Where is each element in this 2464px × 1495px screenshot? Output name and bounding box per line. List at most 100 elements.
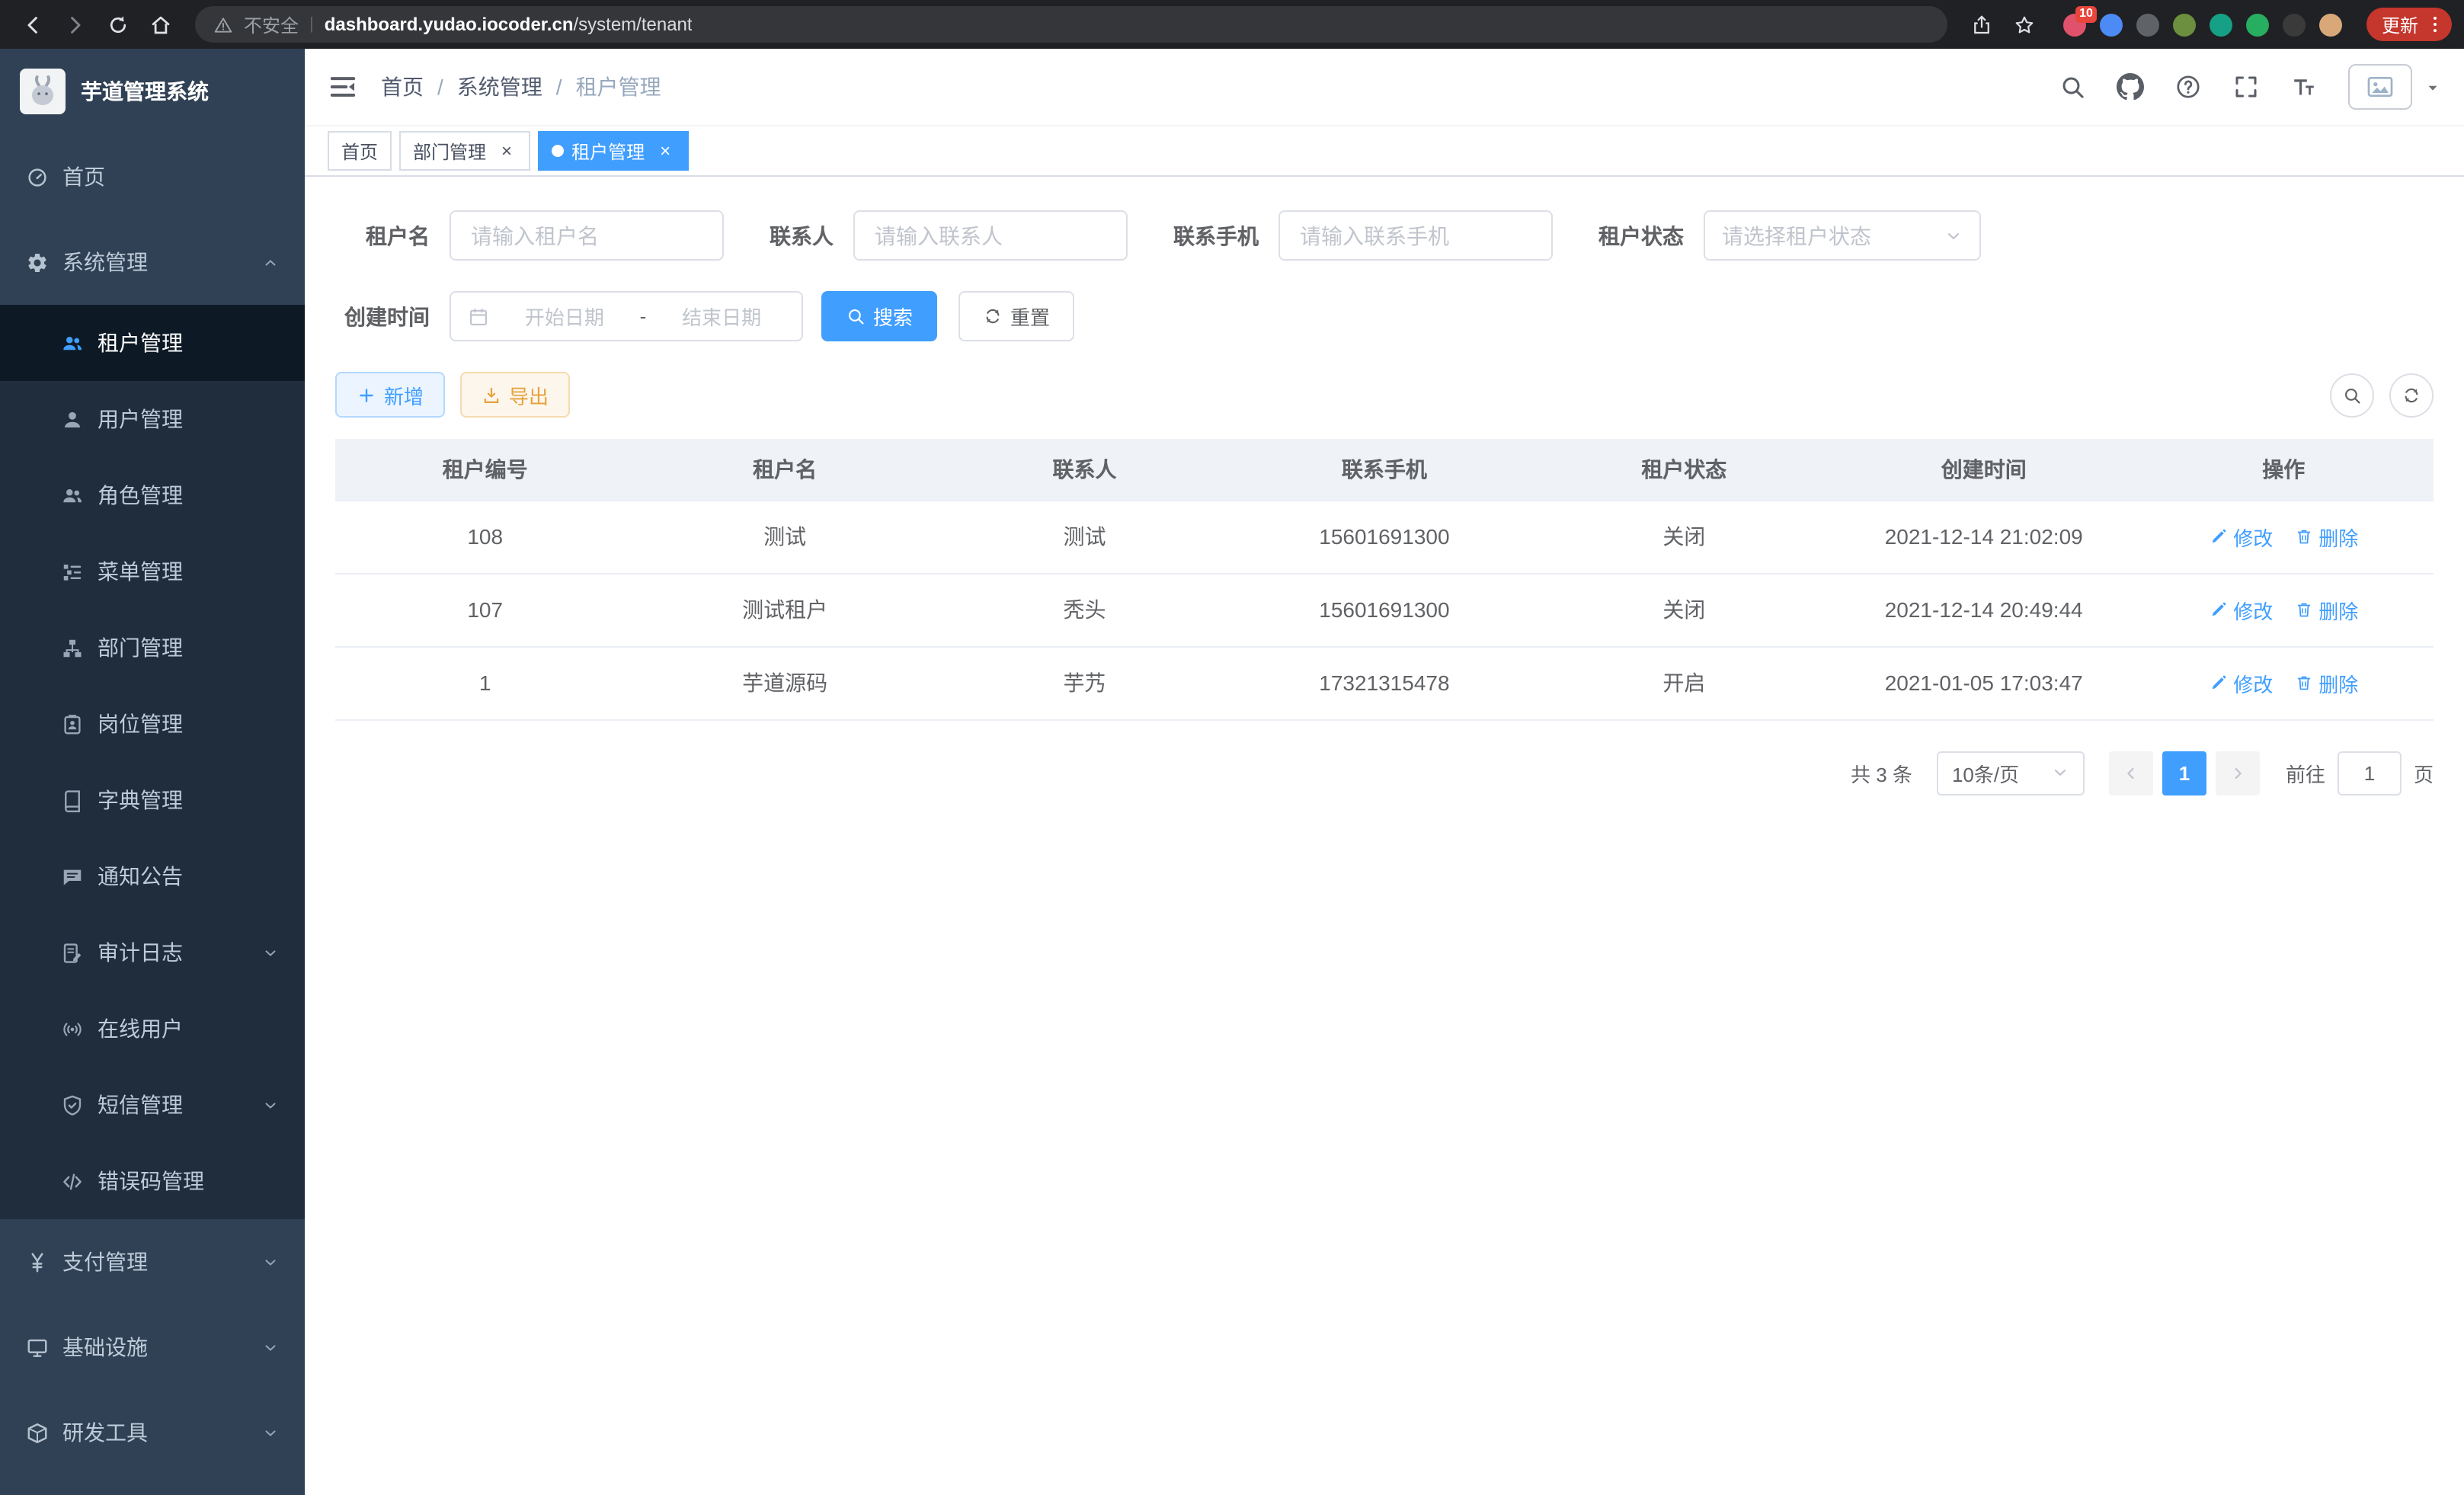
sidebar-item[interactable]: 错误码管理	[0, 1143, 305, 1219]
tab-label: 部门管理	[413, 138, 486, 164]
delete-button[interactable]: 删除	[2294, 595, 2358, 624]
browser-home-button[interactable]	[140, 5, 180, 44]
gear-icon	[26, 251, 49, 274]
sidebar-item[interactable]: 角色管理	[0, 457, 305, 533]
prev-page-button[interactable]	[2109, 751, 2153, 795]
extension-icon[interactable]: 10	[2063, 13, 2086, 36]
sidebar-item[interactable]: 通知公告	[0, 838, 305, 914]
tenant-name-input[interactable]	[450, 210, 724, 261]
browser-reload-button[interactable]	[98, 5, 137, 44]
font-size-button[interactable]	[2290, 73, 2318, 101]
phone-input[interactable]	[1278, 210, 1553, 261]
sidebar-item-label: 短信管理	[98, 1090, 183, 1120]
tab[interactable]: 首页	[328, 131, 392, 171]
sidebar-item[interactable]: 菜单管理	[0, 533, 305, 610]
export-button[interactable]: 导出	[460, 372, 570, 418]
sidebar-item[interactable]: 首页	[0, 134, 305, 219]
breadcrumb-item[interactable]: 首页	[381, 72, 424, 102]
goto-page-input[interactable]	[2338, 751, 2402, 795]
search-button[interactable]: 搜索	[821, 291, 937, 341]
sidebar-item[interactable]: 短信管理	[0, 1067, 305, 1143]
table-column-header: 租户状态	[1534, 439, 1834, 500]
browser-update-button[interactable]: 更新	[2366, 8, 2452, 41]
fullscreen-button[interactable]	[2232, 73, 2260, 101]
page-size-select[interactable]: 10条/页	[1937, 751, 2085, 795]
share-button[interactable]	[1963, 5, 2002, 44]
tab[interactable]: 部门管理 ×	[399, 131, 530, 171]
reset-button[interactable]: 重置	[958, 291, 1074, 341]
edit-button[interactable]: 修改	[2209, 595, 2273, 624]
table-cell: 芋道源码	[635, 646, 934, 719]
sidebar-item[interactable]: 系统管理	[0, 219, 305, 305]
sidebar: 芋道管理系统 首页系统管理租户管理用户管理角色管理菜单管理部门管理岗位管理字典管…	[0, 49, 305, 1495]
next-page-button[interactable]	[2216, 751, 2260, 795]
arrow-down-icon	[262, 1253, 279, 1270]
tab[interactable]: 租户管理×	[538, 131, 689, 171]
page-number-button[interactable]: 1	[2162, 751, 2206, 795]
refresh-table-button[interactable]	[2389, 373, 2434, 417]
extension-icon[interactable]	[2283, 13, 2306, 36]
edit-button[interactable]: 修改	[2209, 668, 2273, 697]
tags-view-bar: 首页部门管理×租户管理×	[305, 125, 2464, 177]
sidebar-item[interactable]: 用户管理	[0, 381, 305, 457]
delete-button[interactable]: 删除	[2294, 522, 2358, 551]
table-cell: 17321315478	[1234, 646, 1534, 719]
sidebar-item-label: 审计日志	[98, 937, 183, 968]
header-search-button[interactable]	[2059, 73, 2086, 101]
tab-close-icon[interactable]: ×	[655, 141, 675, 161]
user-avatar[interactable]	[2348, 64, 2412, 110]
arrow-down-icon	[262, 944, 279, 961]
breadcrumb-item[interactable]: 系统管理	[457, 72, 542, 102]
org-chart-icon	[61, 636, 84, 659]
app-logo[interactable]: 芋道管理系统	[0, 49, 305, 134]
sms-shield-icon	[61, 1093, 84, 1116]
github-link[interactable]	[2117, 73, 2144, 101]
status-select[interactable]: 请选择租户状态	[1704, 210, 1981, 261]
sidebar-item[interactable]: 研发工具	[0, 1390, 305, 1475]
chevron-down-icon	[1944, 226, 1963, 245]
sidebar-item[interactable]: 支付管理	[0, 1219, 305, 1305]
sidebar-item[interactable]: 基础设施	[0, 1305, 305, 1390]
breadcrumb-item: 租户管理	[576, 72, 661, 102]
browser-menu-icon[interactable]	[2424, 14, 2446, 35]
extension-icon[interactable]	[2210, 13, 2232, 36]
table-cell: 关闭	[1534, 500, 1834, 573]
extension-icon[interactable]	[2136, 13, 2159, 36]
extension-icon[interactable]	[2100, 13, 2123, 36]
help-button[interactable]	[2174, 73, 2202, 101]
user-menu-caret-icon[interactable]	[2424, 78, 2441, 95]
dashboard-icon	[26, 165, 49, 188]
navbar: 首页/系统管理/租户管理	[305, 49, 2464, 125]
table-column-header: 联系人	[935, 439, 1234, 500]
bookmark-star-button[interactable]	[2005, 5, 2045, 44]
extension-icon[interactable]	[2319, 13, 2342, 36]
browser-forward-button[interactable]	[55, 5, 94, 44]
sidebar-item[interactable]: 审计日志	[0, 914, 305, 991]
contact-input[interactable]	[853, 210, 1128, 261]
add-button[interactable]: 新增	[335, 372, 445, 418]
url-host: dashboard.yudao.iocoder.cn	[325, 14, 574, 35]
sidebar-item-label: 租户管理	[98, 328, 183, 358]
edit-button-label: 修改	[2233, 668, 2273, 697]
sidebar-toggle-button[interactable]	[328, 72, 358, 102]
sidebar-item[interactable]: 岗位管理	[0, 686, 305, 762]
sidebar-item-label: 菜单管理	[98, 556, 183, 587]
tab-close-icon[interactable]: ×	[497, 141, 517, 161]
toggle-search-button[interactable]	[2330, 373, 2374, 417]
browser-back-button[interactable]	[12, 5, 52, 44]
date-range-picker[interactable]: 开始日期 - 结束日期	[450, 291, 803, 341]
page-size-label: 10条/页	[1952, 758, 2019, 787]
sidebar-item[interactable]: 租户管理	[0, 305, 305, 381]
extension-badge: 10	[2075, 5, 2097, 22]
sidebar-item[interactable]: 字典管理	[0, 762, 305, 838]
table-row: 108测试测试15601691300关闭2021-12-14 21:02:09修…	[335, 500, 2434, 573]
extension-icon[interactable]	[2246, 13, 2269, 36]
browser-address-bar[interactable]: 不安全 | dashboard.yudao.iocoder.cn/system/…	[195, 6, 1947, 43]
refresh-icon	[983, 306, 1003, 326]
sidebar-item[interactable]: 在线用户	[0, 991, 305, 1067]
edit-button[interactable]: 修改	[2209, 522, 2273, 551]
extension-icon[interactable]	[2173, 13, 2196, 36]
plus-icon	[357, 385, 376, 405]
delete-button[interactable]: 删除	[2294, 668, 2358, 697]
sidebar-item[interactable]: 部门管理	[0, 610, 305, 686]
